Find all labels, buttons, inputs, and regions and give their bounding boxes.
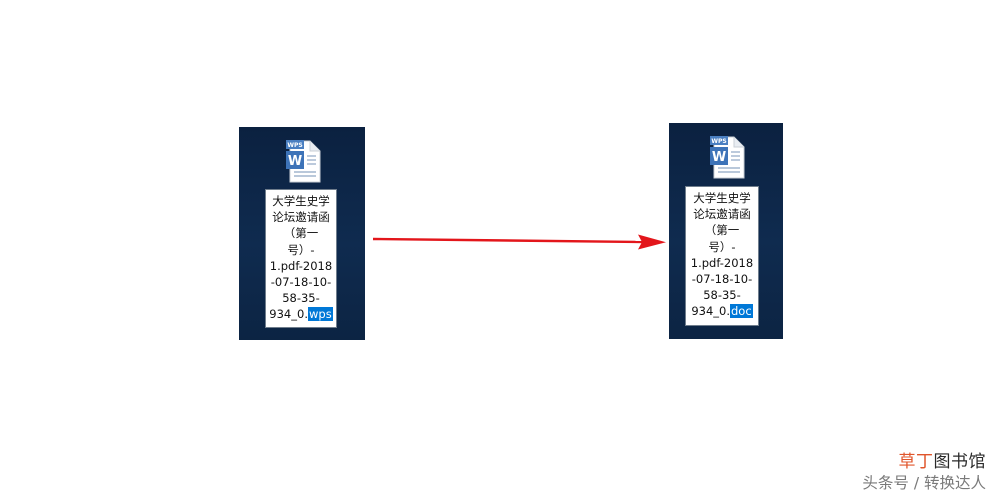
filename-line: 58-35-: [282, 291, 320, 306]
filename-rename-box[interactable]: 大学生史学 论坛邀请函 （第一 号）- 1.pdf-2018 -07-18-10…: [265, 189, 337, 328]
wps-document-icon: WPS W: [286, 140, 321, 183]
filename-line: 论坛邀请函: [272, 210, 330, 225]
filename-last-line: 934_0.wps: [268, 306, 334, 322]
filename-line: 号）-: [708, 239, 736, 254]
right-arrow-icon: [372, 234, 666, 250]
svg-text:W: W: [712, 150, 726, 165]
filename-line: 大学生史学: [693, 191, 751, 205]
filename-rename-box[interactable]: 大学生史学 论坛邀请函 （第一 号）- 1.pdf-2018 -07-18-10…: [685, 186, 759, 326]
filename-tail: 934_0.: [269, 307, 308, 322]
watermark-brand-accent: 草丁: [898, 452, 934, 472]
wps-document-icon: WPS W: [710, 136, 745, 179]
filename-line: 58-35-: [703, 288, 741, 303]
watermark: 草丁图书馆 头条号 / 转换达人: [862, 452, 986, 494]
filename-line: （第一: [704, 223, 740, 238]
filename-line: -07-18-10-: [270, 275, 332, 290]
desktop-file-target[interactable]: WPS W 大学生史学 论坛邀请函 （第一 号）- 1.pdf-2018 -07…: [669, 123, 783, 339]
watermark-brand: 草丁图书馆: [862, 452, 986, 472]
filename-line: 1.pdf-2018: [269, 258, 333, 273]
filename-line: 论坛邀请函: [693, 207, 751, 222]
filename-line: 大学生史学: [272, 194, 330, 208]
svg-text:WPS: WPS: [711, 138, 726, 145]
desktop-file-source[interactable]: WPS W 大学生史学 论坛邀请函 （第一 号）- 1.pdf-2018 -07…: [239, 127, 365, 340]
watermark-source: 头条号 / 转换达人: [862, 474, 986, 492]
svg-text:WPS: WPS: [287, 142, 302, 149]
filename-last-line: 934_0.doc: [688, 303, 756, 319]
selected-extension[interactable]: wps: [307, 307, 333, 322]
svg-text:W: W: [288, 154, 302, 169]
filename-line: （第一: [283, 226, 319, 241]
watermark-brand-rest: 图书馆: [933, 452, 986, 472]
filename-line: -07-18-10-: [691, 272, 753, 287]
selected-extension[interactable]: doc: [730, 304, 753, 319]
filename-tail: 934_0.: [691, 304, 730, 319]
screenshot-stage: WPS W 大学生史学 论坛邀请函 （第一 号）- 1.pdf-2018 -07…: [0, 0, 996, 500]
filename-line: 1.pdf-2018: [690, 255, 754, 270]
filename-line: 号）-: [287, 242, 315, 257]
